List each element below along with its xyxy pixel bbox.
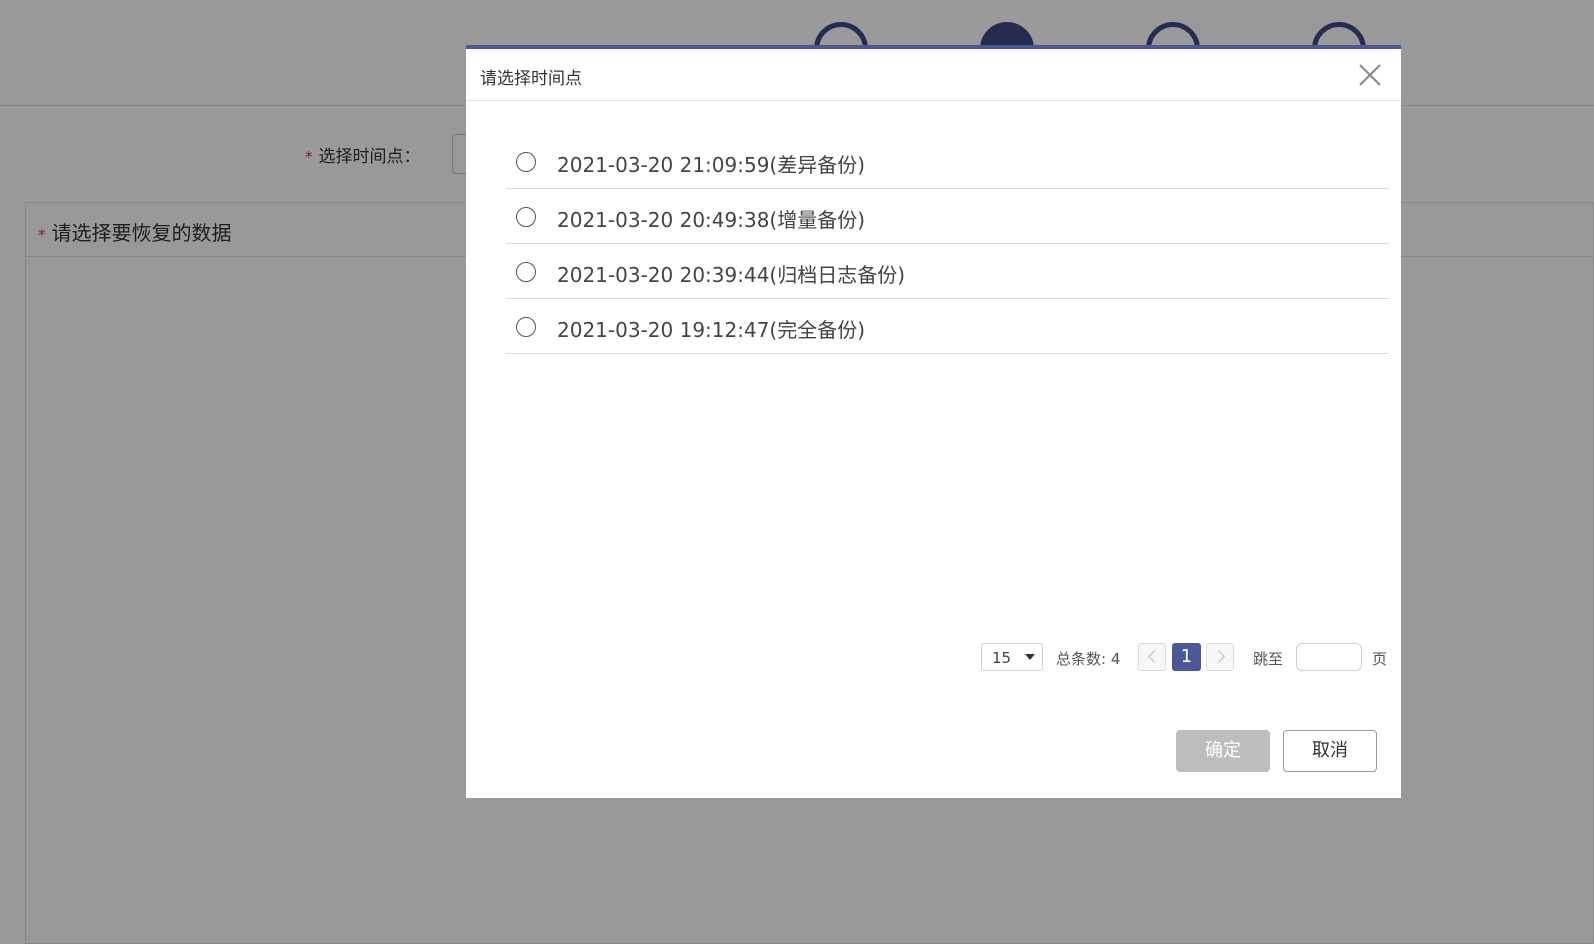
close-icon	[1359, 64, 1381, 86]
jump-page-input[interactable]	[1296, 643, 1362, 671]
dialog-header: 请选择时间点	[466, 49, 1401, 101]
jump-to-label: 跳至	[1253, 650, 1284, 668]
page-size-value: 15	[992, 649, 1012, 667]
time-point-option[interactable]: 2021-03-20 20:49:38(增量备份)	[506, 189, 1389, 244]
radio-button[interactable]	[516, 207, 536, 227]
time-point-option-label: 2021-03-20 19:12:47(完全备份)	[557, 318, 866, 342]
caret-down-icon	[1025, 654, 1035, 660]
time-point-option-label: 2021-03-20 20:49:38(增量备份)	[557, 208, 866, 232]
pagination: 15 总条数: 4 1 跳至 页	[981, 643, 1391, 673]
page-size-select[interactable]: 15	[981, 643, 1043, 671]
page-unit-label: 页	[1372, 650, 1388, 668]
radio-button[interactable]	[516, 317, 536, 337]
radio-button[interactable]	[516, 262, 536, 282]
close-button[interactable]	[1353, 58, 1387, 92]
chevron-right-icon	[1212, 650, 1225, 663]
time-point-list: 2021-03-20 21:09:59(差异备份) 2021-03-20 20:…	[506, 134, 1389, 354]
time-point-option[interactable]: 2021-03-20 20:39:44(归档日志备份)	[506, 244, 1389, 299]
time-point-option-label: 2021-03-20 20:39:44(归档日志备份)	[557, 263, 906, 287]
dialog-title: 请选择时间点	[480, 69, 582, 89]
time-point-option[interactable]: 2021-03-20 19:12:47(完全备份)	[506, 299, 1389, 354]
time-point-option[interactable]: 2021-03-20 21:09:59(差异备份)	[506, 134, 1389, 189]
current-page-button[interactable]: 1	[1172, 643, 1201, 671]
total-count: 总条数: 4	[1056, 650, 1121, 668]
confirm-button[interactable]: 确定	[1176, 730, 1270, 772]
time-point-option-label: 2021-03-20 21:09:59(差异备份)	[557, 153, 866, 177]
next-page-button[interactable]	[1206, 643, 1234, 671]
page: * 选择时间点： * 请选择要恢复的数据 请选择时间点 2021-03-20 21:…	[0, 0, 1594, 944]
prev-page-button[interactable]	[1138, 643, 1166, 671]
radio-button[interactable]	[516, 152, 536, 172]
time-point-dialog: 请选择时间点 2021-03-20 21:09:59(差异备份) 2021-03…	[466, 45, 1401, 798]
chevron-left-icon	[1148, 650, 1161, 663]
cancel-button[interactable]: 取消	[1283, 730, 1377, 772]
